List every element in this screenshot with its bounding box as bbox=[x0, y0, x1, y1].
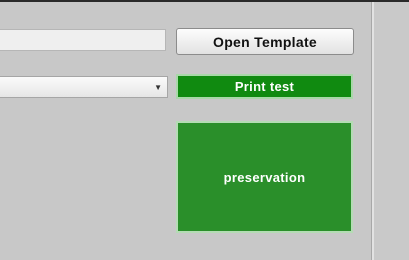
template-path-field[interactable] bbox=[0, 29, 166, 51]
side-panel bbox=[374, 2, 409, 260]
bottom-edge bbox=[0, 254, 371, 260]
chevron-down-icon[interactable]: ▼ bbox=[154, 83, 162, 93]
top-border bbox=[0, 0, 409, 2]
preservation-button[interactable]: preservation bbox=[176, 121, 353, 233]
print-test-button[interactable]: Print test bbox=[176, 74, 353, 99]
form-panel: Open Template ▼ Print test preservation bbox=[0, 0, 409, 260]
printer-select[interactable]: ▼ bbox=[0, 76, 168, 98]
open-template-button[interactable]: Open Template bbox=[176, 28, 354, 55]
